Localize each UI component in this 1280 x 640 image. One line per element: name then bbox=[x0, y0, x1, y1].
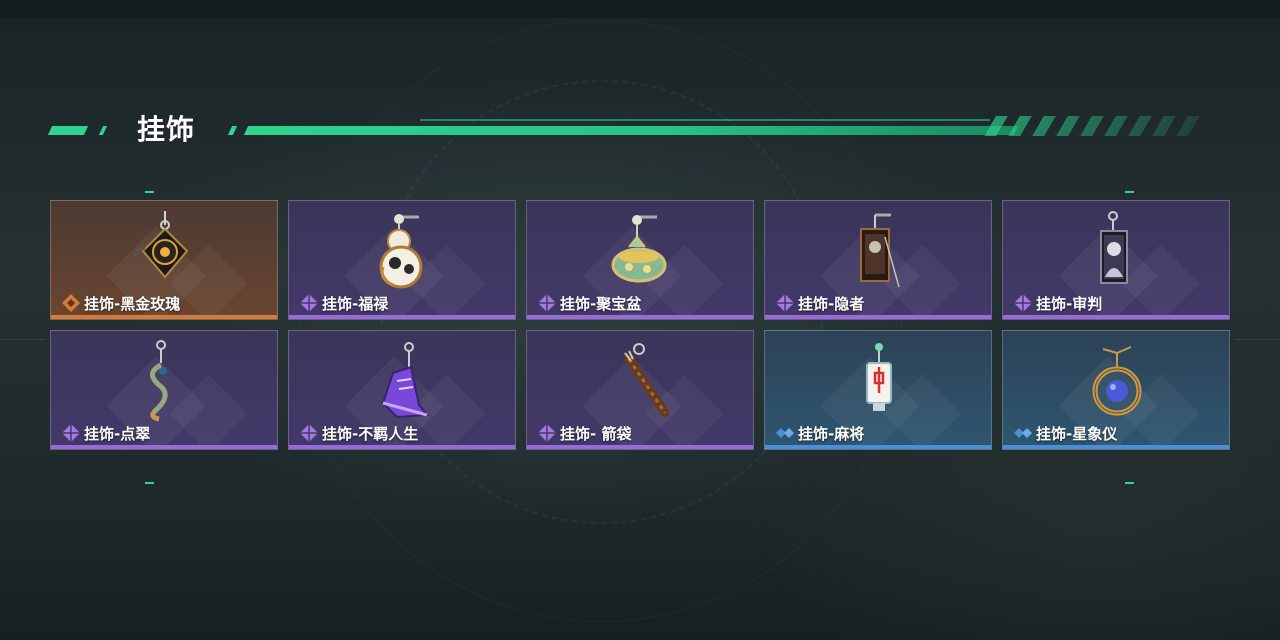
rarity-purple-icon bbox=[300, 294, 318, 312]
rarity-purple-icon bbox=[538, 294, 556, 312]
rarity-purple-icon bbox=[776, 294, 794, 312]
rarity-purple-icon bbox=[1014, 294, 1032, 312]
rarity-purple-icon bbox=[62, 424, 80, 442]
pendant-showcase: 挂饰 挂饰-黑金玫瑰 挂饰-福禄 挂饰-聚宝盆 挂饰-隐者 挂饰-审判 挂饰-点… bbox=[0, 0, 1280, 640]
pendant-label: 挂饰-福禄 bbox=[322, 295, 389, 313]
pendant-card[interactable]: 挂饰-麻将 bbox=[764, 330, 992, 450]
hermit-card-pendant-icon bbox=[860, 213, 900, 288]
pendant-label: 挂饰-审判 bbox=[1036, 295, 1103, 313]
header-thin-line bbox=[420, 119, 990, 121]
frame-tick bbox=[1125, 482, 1134, 484]
kingfisher-pendant-icon bbox=[150, 340, 168, 422]
rarity-orange-icon bbox=[62, 294, 80, 312]
rarity-bar-purple bbox=[289, 445, 515, 449]
pendant-card[interactable]: 挂饰-隐者 bbox=[764, 200, 992, 320]
astrolabe-pendant-icon bbox=[1092, 346, 1142, 416]
pendant-card[interactable]: 挂饰- 箭袋 bbox=[526, 330, 754, 450]
judgement-card-pendant-icon bbox=[1100, 211, 1128, 284]
pendant-label: 挂饰- 箭袋 bbox=[560, 425, 632, 443]
section-title: 挂饰 bbox=[137, 113, 196, 146]
rarity-bar-purple bbox=[527, 315, 753, 319]
pendant-card[interactable]: 挂饰-不羁人生 bbox=[288, 330, 516, 450]
rarity-bar-purple bbox=[527, 445, 753, 449]
pendant-label: 挂饰-不羁人生 bbox=[322, 425, 419, 443]
pendant-grid: 挂饰-黑金玫瑰 挂饰-福禄 挂饰-聚宝盆 挂饰-隐者 挂饰-审判 挂饰-点翠 挂… bbox=[50, 200, 1230, 450]
rarity-bar-purple bbox=[51, 445, 277, 449]
rarity-bar-blue bbox=[765, 445, 991, 449]
header-accent-bar bbox=[47, 126, 89, 135]
gourd-pendant-icon bbox=[379, 214, 423, 289]
pendant-card[interactable]: 挂饰-审判 bbox=[1002, 200, 1230, 320]
rarity-purple-icon bbox=[300, 424, 318, 442]
pendant-card[interactable]: 挂饰-星象仪 bbox=[1002, 330, 1230, 450]
background-divider-left bbox=[0, 339, 45, 340]
rarity-bar-purple bbox=[1003, 315, 1229, 319]
pendant-label: 挂饰-隐者 bbox=[798, 295, 865, 313]
pendant-label: 挂饰-点翠 bbox=[84, 425, 151, 443]
mahjong-tile-pendant-icon bbox=[866, 343, 892, 411]
top-strip bbox=[0, 0, 1280, 18]
pendant-label: 挂饰-麻将 bbox=[798, 425, 865, 443]
header-accent-bar bbox=[98, 126, 108, 135]
frame-tick bbox=[1125, 191, 1134, 193]
pendant-card[interactable]: 挂饰-黑金玫瑰 bbox=[50, 200, 278, 320]
pendant-card[interactable]: 挂饰-聚宝盆 bbox=[526, 200, 754, 320]
pendant-label: 挂饰-星象仪 bbox=[1036, 425, 1118, 443]
frame-tick bbox=[145, 191, 154, 193]
quiver-pendant-icon bbox=[624, 343, 670, 418]
pendant-label: 挂饰-聚宝盆 bbox=[560, 295, 642, 313]
pendant-card[interactable]: 挂饰-点翠 bbox=[50, 330, 278, 450]
rarity-bar-orange bbox=[51, 315, 277, 319]
treasure-bowl-pendant-icon bbox=[611, 215, 667, 283]
rarity-blue-icon bbox=[1014, 428, 1032, 438]
header-accent-bar bbox=[227, 126, 238, 135]
background-divider-right bbox=[1235, 339, 1280, 340]
pendant-label: 挂饰-黑金玫瑰 bbox=[84, 295, 181, 313]
header-accent-line bbox=[243, 126, 1019, 135]
pendant-card[interactable]: 挂饰-福禄 bbox=[288, 200, 516, 320]
header-checker-pattern bbox=[984, 116, 1206, 136]
frame-tick bbox=[145, 482, 154, 484]
rarity-bar-blue bbox=[1003, 445, 1229, 449]
black-gold-rose-pendant-icon bbox=[133, 211, 189, 279]
sneaker-pendant-icon bbox=[381, 342, 429, 419]
rarity-bar-purple bbox=[289, 315, 515, 319]
rarity-purple-icon bbox=[538, 424, 556, 442]
rarity-bar-purple bbox=[765, 315, 991, 319]
rarity-blue-icon bbox=[776, 428, 794, 438]
